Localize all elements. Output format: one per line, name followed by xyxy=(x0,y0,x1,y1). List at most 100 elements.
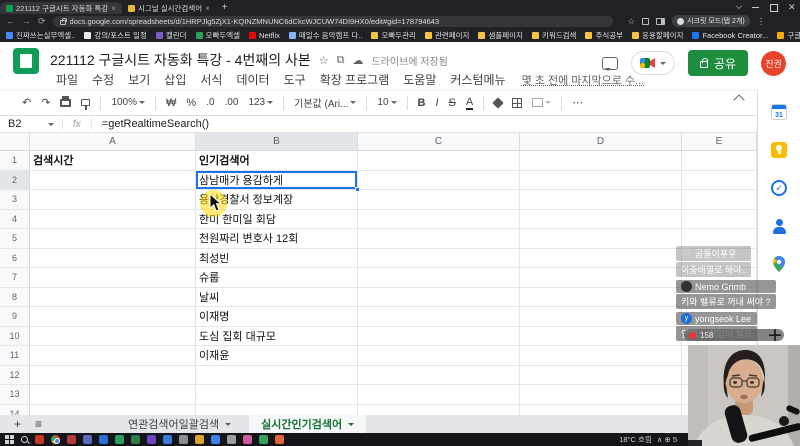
new-tab-button[interactable]: + xyxy=(222,2,228,13)
cell-C14[interactable] xyxy=(358,404,520,415)
cell-B6[interactable]: 최성빈 xyxy=(196,248,358,267)
bookmark-item[interactable]: 오빠두관리 xyxy=(371,30,416,41)
cell-A9[interactable] xyxy=(30,307,196,326)
selection-fill-handle[interactable] xyxy=(355,187,360,192)
cell-A1[interactable]: 검색시간 xyxy=(30,151,196,170)
zoom-select[interactable]: 100% xyxy=(111,97,146,108)
window-close-icon[interactable]: ✕ xyxy=(788,2,796,11)
minimize-icon[interactable] xyxy=(752,3,760,11)
number-format-button[interactable]: 123 xyxy=(248,97,274,108)
reload-icon[interactable]: ⟳ xyxy=(38,16,46,26)
column-header-E[interactable]: E xyxy=(682,133,757,150)
cell-B9[interactable]: 이재명 xyxy=(196,307,358,326)
url-omnibox[interactable]: docs.google.com/spreadsheets/d/1HRPJlg5Z… xyxy=(52,15,613,27)
cell-B12[interactable] xyxy=(196,365,358,384)
cell-C6[interactable] xyxy=(358,248,520,267)
cell-A8[interactable] xyxy=(30,287,196,306)
cell-A13[interactable] xyxy=(30,385,196,404)
cell-C9[interactable] xyxy=(358,307,520,326)
cell-A14[interactable] xyxy=(30,404,196,415)
strikethrough-button[interactable]: S xyxy=(449,97,456,109)
keep-icon[interactable] xyxy=(771,142,787,158)
row-header-5[interactable]: 5 xyxy=(0,229,30,248)
back-icon[interactable]: ← xyxy=(6,16,15,26)
cell-A4[interactable] xyxy=(30,209,196,228)
bookmark-star-icon[interactable]: ☆ xyxy=(628,16,636,27)
cell-E4[interactable] xyxy=(682,209,757,228)
weather-status[interactable]: 18°C 흐림 xyxy=(619,434,652,445)
cell-C11[interactable] xyxy=(358,346,520,365)
cell-D2[interactable] xyxy=(520,170,682,189)
taskbar-app-icon[interactable] xyxy=(35,435,44,444)
bookmark-item[interactable]: Facebook Creator... xyxy=(692,31,768,40)
row-header-4[interactable]: 4 xyxy=(0,209,30,228)
row-header-7[interactable]: 7 xyxy=(0,268,30,287)
bookmark-item[interactable]: 오빠두엑셀 xyxy=(195,30,240,41)
cell-C10[interactable] xyxy=(358,326,520,345)
bookmark-item[interactable]: 강의/포스트 일정 xyxy=(84,30,147,41)
menu-보기[interactable]: 보기 xyxy=(122,70,156,89)
side-panel-icon[interactable] xyxy=(656,17,666,25)
menu-서식[interactable]: 서식 xyxy=(194,70,228,89)
italic-button[interactable]: I xyxy=(435,97,438,109)
merge-cells-button[interactable] xyxy=(532,98,552,107)
cell-A2[interactable] xyxy=(30,170,196,189)
cell-C5[interactable] xyxy=(358,229,520,248)
cell-B13[interactable] xyxy=(196,385,358,404)
more-toolbar-button[interactable]: ⋯ xyxy=(572,96,583,109)
cell-E5[interactable] xyxy=(682,229,757,248)
taskbar-app-icon[interactable] xyxy=(99,435,108,444)
all-sheets-icon[interactable]: ≡ xyxy=(35,417,42,431)
row-header-3[interactable]: 3 xyxy=(0,190,30,209)
cell-B11[interactable]: 이재윤 xyxy=(196,346,358,365)
extensions-icon[interactable] xyxy=(642,17,650,25)
cell-D8[interactable] xyxy=(520,287,682,306)
sheet-tab-연관검색어일괄검색[interactable]: 연관검색어일괄검색 xyxy=(116,415,243,433)
bookmark-item[interactable]: 응용할페이지 xyxy=(632,30,683,41)
taskbar-app-icon[interactable] xyxy=(211,435,220,444)
print-icon[interactable] xyxy=(60,95,72,107)
taskbar-app-icon[interactable] xyxy=(115,435,124,444)
move-folder-icon[interactable]: ⧉ xyxy=(337,54,345,67)
bookmark-item[interactable]: Netflix xyxy=(249,31,280,40)
cell-B1[interactable]: 인기검색어 xyxy=(196,151,358,170)
sheets-logo-icon[interactable] xyxy=(13,48,39,74)
bookmark-item[interactable]: 구글Analytics xyxy=(777,30,800,41)
row-header-13[interactable]: 13 xyxy=(0,385,30,404)
row-header-10[interactable]: 10 xyxy=(0,326,30,345)
cell-A10[interactable] xyxy=(30,326,196,345)
cell-D4[interactable] xyxy=(520,209,682,228)
menu-삽입[interactable]: 삽입 xyxy=(158,70,192,89)
name-box[interactable]: B2 xyxy=(0,118,62,130)
comment-history-icon[interactable] xyxy=(601,56,618,71)
taskbar-search-icon[interactable] xyxy=(21,436,28,443)
taskbar-app-icon[interactable] xyxy=(275,435,284,444)
formula-input[interactable]: =getRealtimeSearch() xyxy=(90,118,757,130)
taskbar-app-icon[interactable] xyxy=(83,435,92,444)
taskbar-app-icon[interactable] xyxy=(243,435,252,444)
cell-B14[interactable] xyxy=(196,404,358,415)
chrome-icon[interactable] xyxy=(51,435,60,444)
row-header-1[interactable]: 1 xyxy=(0,151,30,170)
cell-E1[interactable] xyxy=(682,151,757,170)
taskbar-app-icon[interactable] xyxy=(67,435,76,444)
column-header-C[interactable]: C xyxy=(358,133,520,150)
cell-D7[interactable] xyxy=(520,268,682,287)
text-color-button[interactable]: A xyxy=(465,96,474,110)
cell-D14[interactable] xyxy=(520,404,682,415)
bookmark-item[interactable]: 진짜쓰는실무엑셀.. xyxy=(6,30,75,41)
fill-color-icon[interactable] xyxy=(492,96,504,109)
cell-C12[interactable] xyxy=(358,365,520,384)
sheet-tab-실시간인기검색어[interactable]: 실시간인기검색어 xyxy=(249,415,367,433)
spreadsheet-grid[interactable]: ABCDE 1 검색시간 인기검색어 2 삼남매가 용감하게 3 용산경찰서 정보계장 4 한미… xyxy=(0,133,757,415)
contacts-icon[interactable] xyxy=(771,218,787,234)
cell-B8[interactable]: 날씨 xyxy=(196,287,358,306)
taskbar-app-icon[interactable] xyxy=(147,435,156,444)
menu-커스텀메뉴[interactable]: 커스텀메뉴 xyxy=(444,70,511,89)
column-header-D[interactable]: D xyxy=(520,133,682,150)
meet-button[interactable] xyxy=(630,51,675,75)
cell-C1[interactable] xyxy=(358,151,520,170)
row-header-14[interactable]: 14 xyxy=(0,404,30,415)
menu-수정[interactable]: 수정 xyxy=(86,70,120,89)
cell-A6[interactable] xyxy=(30,248,196,267)
